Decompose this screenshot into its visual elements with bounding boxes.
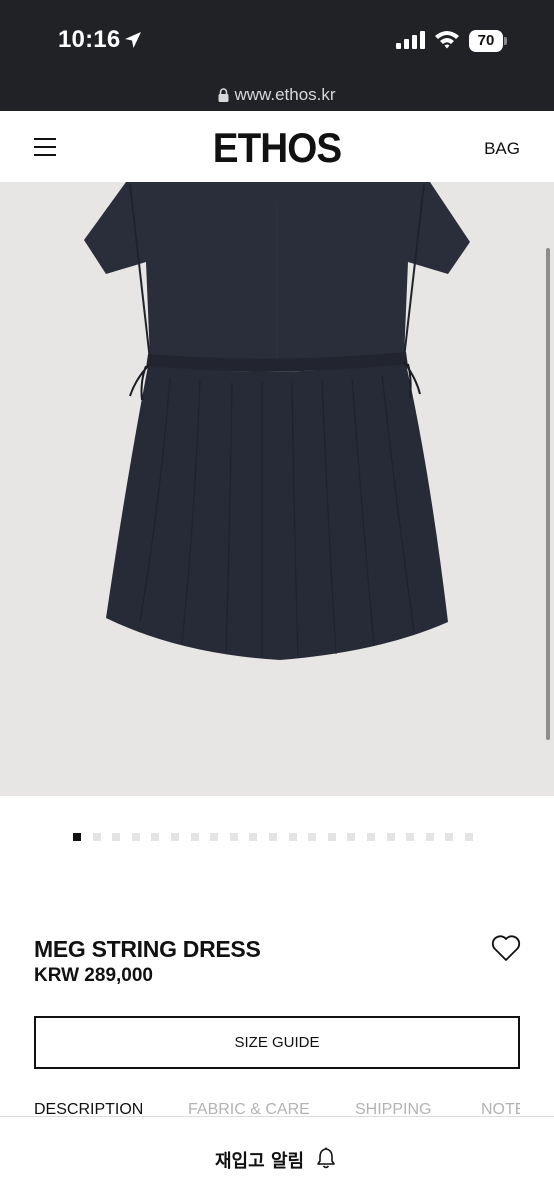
carousel-dot[interactable] <box>170 833 179 841</box>
carousel-dot[interactable] <box>151 833 160 841</box>
carousel-dot[interactable] <box>249 833 258 841</box>
bag-link[interactable]: BAG <box>484 139 520 159</box>
carousel-dot[interactable] <box>112 833 121 841</box>
carousel-dot[interactable] <box>288 833 297 841</box>
signal-icon <box>396 31 425 49</box>
size-guide-button[interactable]: SIZE GUIDE <box>34 1016 520 1069</box>
carousel-dot[interactable] <box>73 833 81 841</box>
carousel-dot[interactable] <box>327 833 336 841</box>
battery-level: 70 <box>469 30 503 52</box>
heart-icon[interactable] <box>490 933 522 963</box>
status-bar: 10:16 70 <box>0 0 554 80</box>
carousel-dot[interactable] <box>366 833 375 841</box>
product-image[interactable] <box>0 182 554 796</box>
product-price: KRW 289,000 <box>34 965 153 986</box>
status-time: 10:16 <box>58 26 121 53</box>
carousel-dot[interactable] <box>445 833 454 841</box>
carousel-dot[interactable] <box>268 833 277 841</box>
bell-icon <box>317 1147 335 1169</box>
carousel-dot[interactable] <box>308 833 317 841</box>
logo[interactable]: ETHOS <box>22 124 532 172</box>
product-name: MEG STRING DRESS <box>34 936 261 962</box>
dress-illustration <box>84 182 470 660</box>
carousel-dot[interactable] <box>131 833 140 841</box>
carousel-dot[interactable] <box>229 833 238 841</box>
url-bar[interactable]: www.ethos.kr <box>0 80 554 111</box>
carousel-dots[interactable] <box>73 833 473 841</box>
site-header: ETHOS BAG <box>0 111 554 182</box>
battery-icon: 70 <box>469 30 507 52</box>
restock-alert-bar[interactable]: 재입고 알림 <box>0 1116 554 1200</box>
wifi-icon <box>435 31 459 49</box>
location-arrow-icon <box>125 32 141 48</box>
lock-icon <box>218 88 229 102</box>
carousel-dot[interactable] <box>406 833 415 841</box>
carousel-dot[interactable] <box>347 833 356 841</box>
restock-alert-label: 재입고 알림 <box>215 1151 305 1172</box>
carousel-dot[interactable] <box>386 833 395 841</box>
carousel-dot[interactable] <box>425 833 434 841</box>
url-text: www.ethos.kr <box>234 85 336 104</box>
carousel-dot[interactable] <box>190 833 199 841</box>
carousel-dot[interactable] <box>92 833 101 841</box>
carousel-dot[interactable] <box>210 833 219 841</box>
scroll-indicator[interactable] <box>546 248 550 740</box>
carousel-dot[interactable] <box>464 833 473 841</box>
